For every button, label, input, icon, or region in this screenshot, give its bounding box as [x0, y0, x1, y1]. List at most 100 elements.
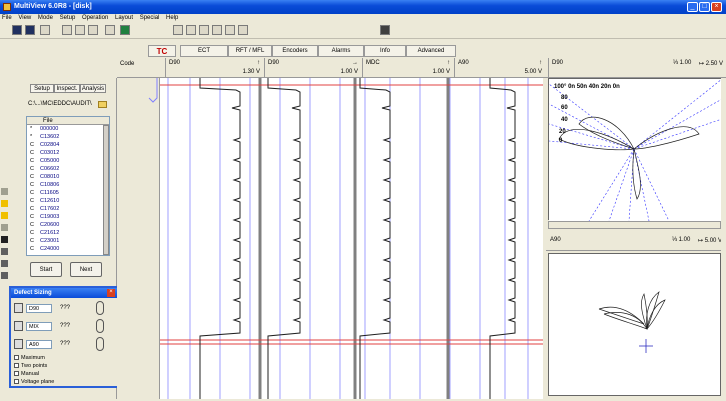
file-list-item[interactable]: C C19003 [27, 213, 109, 221]
pan-icon[interactable] [75, 25, 85, 35]
maximize-icon[interactable]: □ [699, 2, 710, 12]
menu-operation[interactable]: Operation [82, 15, 108, 21]
file-list-header[interactable]: File [27, 117, 109, 125]
tab-encoders[interactable]: Encoders [272, 45, 318, 57]
channel-scale: ⅓ 1.00 [672, 237, 691, 243]
checkbox-two-points[interactable]: Two points [14, 362, 47, 370]
redo-icon[interactable] [238, 25, 248, 35]
probe-icon [96, 337, 104, 351]
channel-header[interactable]: A90 ↑ 5.00 V [454, 58, 546, 78]
checkbox-voltage-plane[interactable]: Voltage plane [14, 378, 54, 386]
right-scrollbar[interactable] [721, 78, 726, 399]
zoom-icon[interactable] [62, 25, 72, 35]
tab-info[interactable]: Info [364, 45, 406, 57]
tab-advanced[interactable]: Advanced [406, 45, 456, 57]
file-list-item[interactable]: C C10806 [27, 181, 109, 189]
tool-icon[interactable] [1, 248, 8, 255]
channel-header[interactable]: MDC ↑ 1.00 V [362, 58, 454, 78]
close-icon[interactable]: × [107, 289, 115, 297]
channel-span: ↦ 5.00 V [698, 238, 723, 244]
record-icon[interactable] [186, 25, 196, 35]
forward-icon[interactable] [212, 25, 222, 35]
tab-ect[interactable]: ECT [180, 45, 228, 57]
app-icon[interactable] [3, 3, 11, 11]
lissajous-header-bottom[interactable]: A90 ⅓ 1.00 ↦ 5.00 V [546, 231, 726, 251]
file-list-item[interactable]: C C06602 [27, 165, 109, 173]
file-list-item[interactable]: C C12610 [27, 197, 109, 205]
file-name: C06602 [40, 166, 60, 172]
file-list[interactable]: File * 000000 * C13602 C C02804 C C03012 C C05000… [26, 116, 110, 256]
tool-icon[interactable] [1, 188, 8, 195]
menu-layout[interactable]: Layout [115, 15, 133, 21]
calib-icon[interactable] [120, 25, 130, 35]
close-icon[interactable]: × [711, 2, 722, 12]
channel-icon[interactable] [14, 339, 23, 349]
file-list-item[interactable]: C C20600 [27, 221, 109, 229]
tool-icon[interactable] [1, 236, 8, 243]
channel-select[interactable]: D90 [26, 304, 52, 313]
lissajous-display-top[interactable]: 100° 0n 50n 40n 20n 0n 80 60 40 20 0 [548, 78, 723, 222]
tool-icon[interactable] [1, 212, 8, 219]
menu-mode[interactable]: Mode [38, 15, 53, 21]
minimize-icon[interactable]: _ [687, 2, 698, 12]
code-strip[interactable] [117, 78, 160, 399]
rewind-icon[interactable] [199, 25, 209, 35]
strip-chart-panel[interactable] [160, 78, 543, 399]
play-icon[interactable] [173, 25, 183, 35]
tool-icon[interactable] [1, 200, 8, 207]
report-icon[interactable] [380, 25, 390, 35]
file-list-item[interactable]: C C24000 [27, 245, 109, 253]
start-button[interactable]: Start [30, 262, 62, 277]
channel-select[interactable]: A90 [26, 340, 52, 349]
tab-analysis[interactable]: Analysis [80, 84, 106, 93]
file-list-item[interactable]: C C05000 [27, 157, 109, 165]
menu-help[interactable]: Help [166, 15, 178, 21]
checkbox-manual[interactable]: Manual [14, 370, 39, 378]
file-name: C08010 [40, 174, 60, 180]
menu-setup[interactable]: Setup [60, 15, 76, 21]
channel-header[interactable]: D90 ↑ 1.30 V [165, 58, 264, 78]
file-list-item[interactable]: C C23001 [27, 237, 109, 245]
folder-icon[interactable] [98, 101, 107, 108]
checkbox-maximum[interactable]: Maximum [14, 354, 45, 362]
open-icon[interactable] [105, 25, 115, 35]
tool-icon[interactable] [1, 272, 8, 279]
layout2-icon[interactable] [25, 25, 35, 35]
menu-view[interactable]: View [18, 15, 31, 21]
defect-row: A90??? [14, 337, 114, 353]
file-status: C [30, 150, 34, 156]
layout-icon[interactable] [12, 25, 22, 35]
grid-icon[interactable] [40, 25, 50, 35]
lissajous-display-bottom[interactable] [548, 253, 721, 396]
channel-select[interactable]: MIX [26, 322, 52, 331]
file-status: C [30, 222, 34, 228]
cursor-icon[interactable] [88, 25, 98, 35]
channel-header[interactable]: D90 → 1.00 V [264, 58, 362, 78]
next-button[interactable]: Next [70, 262, 102, 277]
undo-icon[interactable] [225, 25, 235, 35]
tab-setup[interactable]: Setup [30, 84, 54, 93]
file-list-item[interactable]: C C03012 [27, 149, 109, 157]
file-list-item[interactable]: C C08010 [27, 173, 109, 181]
tool-icon[interactable] [1, 260, 8, 267]
lissajous-header[interactable]: D90 ⅓ 1.00 ↦ 2.50 V [548, 58, 726, 78]
tab-rft-mfl[interactable]: RFT / MFL [228, 45, 272, 57]
tab-inspect[interactable]: Inspect. [54, 84, 80, 93]
menu-file[interactable]: File [2, 15, 12, 21]
channel-icon[interactable] [14, 303, 23, 313]
tool-icon[interactable] [1, 224, 8, 231]
tab-alarms[interactable]: Alarms [318, 45, 364, 57]
lissajous-scrollbar[interactable] [548, 221, 721, 229]
file-list-item[interactable]: C C17602 [27, 205, 109, 213]
file-status: C [30, 206, 34, 212]
file-name: C03012 [40, 150, 60, 156]
channel-icon[interactable] [14, 321, 23, 331]
file-list-item[interactable]: C C11605 [27, 189, 109, 197]
file-list-item[interactable]: C C02804 [27, 141, 109, 149]
file-list-scrollbar[interactable] [103, 125, 109, 255]
menu-special[interactable]: Special [140, 15, 160, 21]
file-list-item[interactable]: * 000000 [27, 125, 109, 133]
file-list-item[interactable]: * C13602 [27, 133, 109, 141]
file-list-item[interactable]: C C21612 [27, 229, 109, 237]
file-status: C [30, 166, 34, 172]
